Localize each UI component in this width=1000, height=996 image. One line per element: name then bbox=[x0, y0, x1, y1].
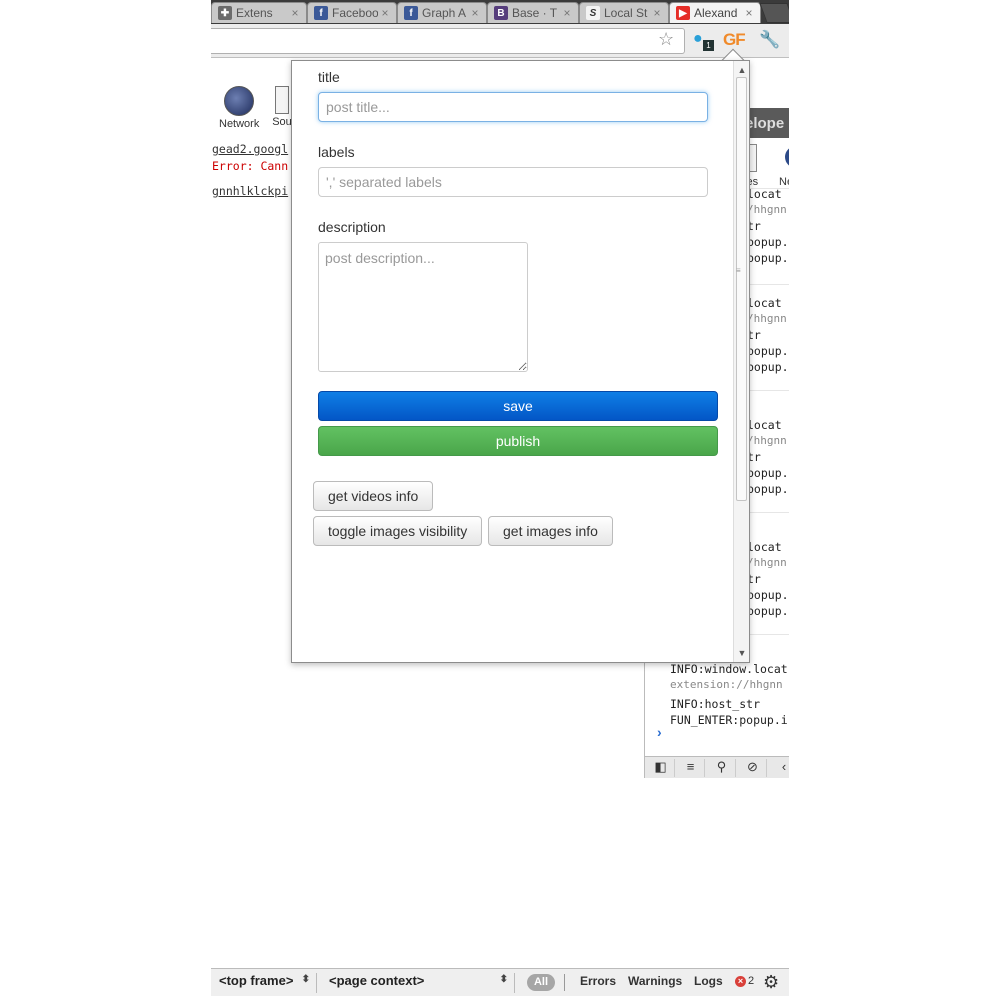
devtools-tool-network[interactable]: Network bbox=[219, 86, 259, 130]
log-group-full: INFO:window.locat extension://hhgnn INFO… bbox=[670, 662, 788, 727]
scrollbar-grip-icon: ≡ bbox=[736, 266, 741, 275]
devtools-status-bar: ◧ ≡ ⚲ ⊘ ‹ bbox=[645, 756, 789, 778]
tab-bootstrap-base[interactable]: B Base · T × bbox=[487, 2, 579, 23]
network-icon bbox=[785, 146, 789, 168]
tab-close-icon[interactable]: × bbox=[468, 6, 482, 20]
log-group: locat /hhgnn tr popup.i popup.m bbox=[747, 296, 789, 374]
save-button[interactable]: save bbox=[318, 391, 718, 421]
console-prompt[interactable]: › bbox=[657, 724, 662, 740]
browser-toolbar: ☆ ● 1 GF 🔧 bbox=[211, 24, 789, 58]
labels-input[interactable] bbox=[318, 167, 708, 197]
log-group: locat /hhgnn tr popup.i popup.m bbox=[747, 418, 789, 496]
filter-all[interactable]: All bbox=[527, 974, 555, 991]
error-count-badge[interactable]: × 2 bbox=[735, 975, 754, 987]
labels-label: labels bbox=[318, 144, 355, 160]
clear-console-icon[interactable]: ⊘ bbox=[739, 759, 767, 777]
extension-badge: 1 bbox=[703, 40, 714, 51]
console-error-line: Error: Cann bbox=[212, 159, 289, 173]
new-tab-button[interactable] bbox=[759, 3, 789, 23]
element-tag-icon[interactable]: ‹ bbox=[770, 759, 789, 777]
tab-close-icon[interactable]: × bbox=[288, 6, 302, 20]
network-icon bbox=[224, 86, 254, 116]
address-bar[interactable] bbox=[211, 28, 685, 54]
s-logo-icon: S bbox=[586, 6, 600, 20]
bootstrap-icon: B bbox=[494, 6, 508, 20]
gear-icon[interactable]: ⚙ bbox=[763, 972, 779, 993]
facebook-icon: f bbox=[404, 6, 418, 20]
select-arrows-icon: ⬍ bbox=[499, 974, 508, 985]
scrollbar-thumb[interactable] bbox=[736, 77, 747, 501]
title-label: title bbox=[318, 69, 340, 85]
sources-icon bbox=[275, 86, 289, 114]
title-input[interactable] bbox=[318, 92, 708, 122]
search-icon[interactable]: ⚲ bbox=[708, 759, 736, 777]
puzzle-icon: ✚ bbox=[218, 6, 232, 20]
console-link[interactable]: gnnhlklckpi bbox=[212, 184, 288, 198]
get-videos-info-button[interactable]: get videos info bbox=[313, 481, 434, 511]
filter-divider bbox=[564, 974, 565, 991]
select-arrows-icon: ⬍ bbox=[301, 974, 310, 985]
gf-extension-icon[interactable]: GF bbox=[723, 30, 746, 50]
filter-errors[interactable]: Errors bbox=[580, 974, 616, 988]
scroll-down-arrow-icon[interactable]: ▼ bbox=[734, 646, 750, 660]
tab-close-icon[interactable]: × bbox=[742, 6, 756, 20]
frame-select[interactable]: <top frame> ⬍ bbox=[211, 973, 317, 993]
tab-close-icon[interactable]: × bbox=[650, 6, 664, 20]
filter-logs[interactable]: Logs bbox=[694, 974, 723, 988]
toggle-images-visibility-button[interactable]: toggle images visibility bbox=[313, 516, 483, 546]
tab-close-icon[interactable]: × bbox=[560, 6, 574, 20]
tab-close-icon[interactable]: × bbox=[378, 6, 392, 20]
log-group: locat /hhgnn tr popup.i popup.m bbox=[747, 540, 789, 618]
devtools-bottom-bar: <top frame> ⬍ <page context> ⬍ All Error… bbox=[211, 968, 789, 996]
extension-popup: title labels description save publish ge… bbox=[291, 60, 750, 663]
show-console-icon[interactable]: ≡ bbox=[677, 759, 705, 777]
extension-people-icon[interactable]: ● bbox=[693, 30, 703, 48]
context-select[interactable]: <page context> ⬍ bbox=[321, 973, 515, 993]
tab-extensions[interactable]: ✚ Extens × bbox=[211, 2, 307, 23]
wrench-icon[interactable]: 🔧 bbox=[759, 30, 780, 50]
filter-warnings[interactable]: Warnings bbox=[628, 974, 682, 988]
tab-facebook[interactable]: f Faceboo × bbox=[307, 2, 397, 23]
dock-icon[interactable]: ◧ bbox=[647, 759, 675, 777]
popup-scrollbar[interactable]: ▲ ≡ ▼ bbox=[733, 61, 749, 662]
youtube-icon: ▶ bbox=[676, 6, 690, 20]
description-textarea[interactable] bbox=[318, 242, 528, 372]
tab-local-storage[interactable]: S Local St × bbox=[579, 2, 669, 23]
devtools-tool-sources[interactable]: Sou bbox=[271, 86, 293, 128]
facebook-icon: f bbox=[314, 6, 328, 20]
log-group: locat /hhgnn tr popup.i popup.m bbox=[747, 187, 789, 265]
publish-button[interactable]: publish bbox=[318, 426, 718, 456]
screen: ✚ Extens × f Faceboo × f Graph A × B Bas… bbox=[0, 0, 1000, 996]
tab-strip: ✚ Extens × f Faceboo × f Graph A × B Bas… bbox=[211, 0, 789, 24]
tab-alexand-youtube[interactable]: ▶ Alexand × bbox=[669, 2, 761, 23]
tab-graph-api[interactable]: f Graph A × bbox=[397, 2, 487, 23]
bookmark-star-icon[interactable]: ☆ bbox=[658, 29, 674, 50]
console-link[interactable]: gead2.googl bbox=[212, 142, 288, 156]
scroll-up-arrow-icon[interactable]: ▲ bbox=[734, 63, 750, 77]
description-label: description bbox=[318, 219, 386, 235]
error-icon: × bbox=[735, 975, 746, 987]
get-images-info-button[interactable]: get images info bbox=[488, 516, 613, 546]
